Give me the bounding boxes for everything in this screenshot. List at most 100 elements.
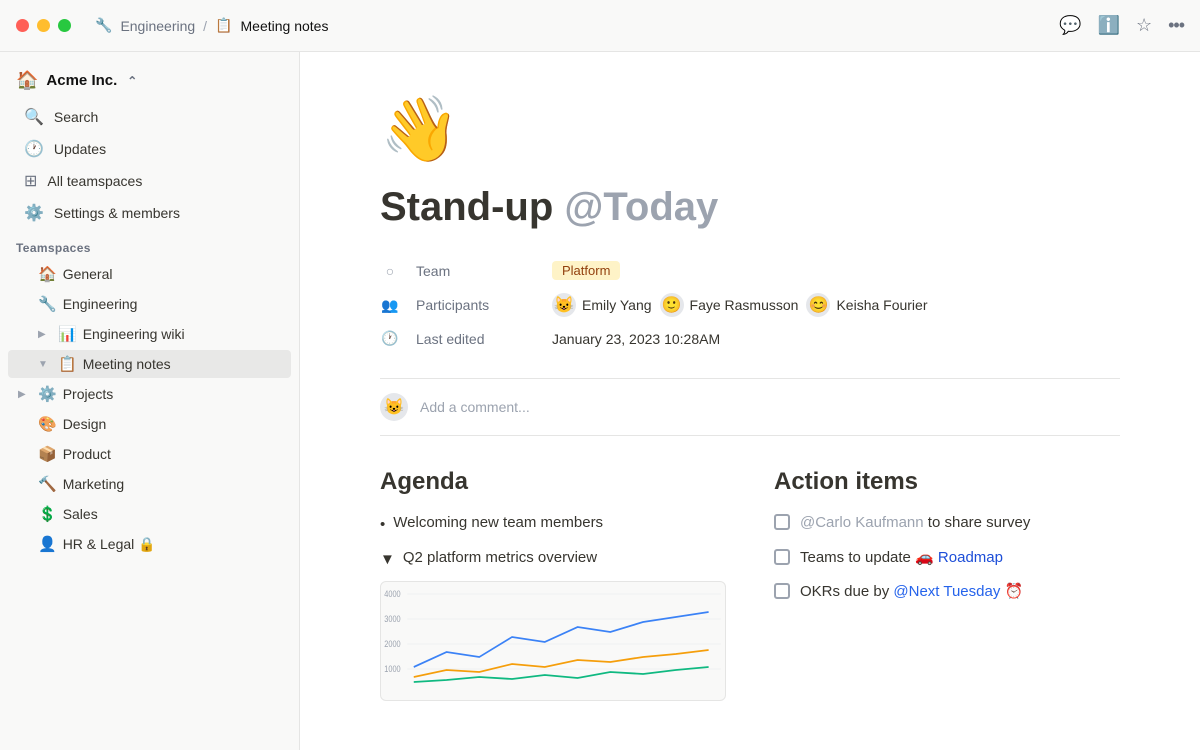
svg-text:3000: 3000: [384, 614, 401, 624]
page-emoji: 👋: [380, 92, 1120, 167]
projects-icon: ⚙️: [38, 385, 57, 403]
checkbox-2[interactable]: [774, 549, 790, 565]
action-item-3-text: OKRs due by @Next Tuesday ⏰: [800, 581, 1023, 604]
mention-carlo[interactable]: @Carlo Kaufmann: [800, 514, 924, 531]
sidebar-item-design[interactable]: 🎨 Design: [8, 410, 291, 438]
workspace-name: Acme Inc.: [46, 72, 117, 89]
close-dot[interactable]: [16, 19, 29, 32]
property-participants[interactable]: 👥 Participants 😺 Emily Yang 🙂 Faye Rasmu…: [380, 287, 1120, 324]
team-badge[interactable]: Platform: [552, 261, 620, 280]
workspace-icon: 🏠: [16, 70, 38, 91]
sidebar-item-all-teamspaces-label: All teamspaces: [47, 173, 142, 189]
avatar-emily: 😺: [552, 293, 576, 317]
comment-icon[interactable]: 💬: [1059, 15, 1081, 36]
sidebar-item-design-label: Design: [63, 416, 281, 432]
titlebar: 🔧 Engineering / 📋 Meeting notes 💬 ℹ️ ☆ •…: [0, 0, 1200, 52]
sidebar-item-sales[interactable]: 💲 Sales: [8, 500, 291, 528]
roadmap-link[interactable]: 🚗 Roadmap: [915, 547, 1003, 570]
sidebar-item-marketing-label: Marketing: [63, 476, 281, 492]
sidebar-item-marketing[interactable]: 🔨 Marketing: [8, 470, 291, 498]
last-edited-property-label: Last edited: [416, 331, 536, 347]
mention-next-tuesday[interactable]: @Next Tuesday: [893, 583, 1000, 600]
meeting-notes-icon: 📋: [58, 355, 77, 373]
breadcrumb-separator: /: [203, 18, 207, 34]
breadcrumb-parent-icon: 🔧: [95, 17, 112, 34]
alarm-icon: ⏰: [1005, 583, 1024, 600]
toggle-icon: ▼: [380, 549, 395, 572]
svg-text:1000: 1000: [384, 664, 401, 674]
participant-2[interactable]: 🙂 Faye Rasmusson: [660, 293, 799, 317]
participant-3[interactable]: 😊 Keisha Fourier: [806, 293, 927, 317]
sidebar-item-general[interactable]: 🏠 General: [8, 260, 291, 288]
action-item-1-text: @Carlo Kaufmann to share survey: [800, 512, 1030, 535]
main-content: 👋 Stand-up @Today ○ Team Platform 👥 Part…: [300, 52, 1200, 750]
engineering-wiki-chevron-icon: ▶: [38, 329, 52, 340]
sidebar-item-projects[interactable]: ▶ ⚙️ Projects: [8, 380, 291, 408]
page-title-today: @Today: [564, 185, 718, 229]
action-item-3-prefix: OKRs due by: [800, 583, 893, 600]
breadcrumb-parent[interactable]: Engineering: [120, 18, 195, 34]
design-icon: 🎨: [38, 415, 57, 433]
avatar-keisha: 😊: [806, 293, 830, 317]
team-property-value: Platform: [552, 261, 620, 280]
agenda-item-2[interactable]: ▼ Q2 platform metrics overview: [380, 547, 726, 572]
projects-chevron-icon: ▶: [18, 389, 32, 400]
participant-1[interactable]: 😺 Emily Yang: [552, 293, 652, 317]
engineering-icon: 🔧: [38, 295, 57, 313]
sidebar-item-product-label: Product: [63, 446, 281, 462]
comment-area[interactable]: 😺 Add a comment...: [380, 378, 1120, 436]
sidebar-item-engineering-wiki[interactable]: ▶ 📊 Engineering wiki: [8, 320, 291, 348]
last-edited-property-value: January 23, 2023 10:28AM: [552, 331, 720, 347]
action-item-1: @Carlo Kaufmann to share survey: [774, 512, 1120, 535]
avatar-faye: 🙂: [660, 293, 684, 317]
checkbox-1[interactable]: [774, 514, 790, 530]
svg-text:4000: 4000: [384, 589, 401, 599]
workspace-header[interactable]: 🏠 Acme Inc. ⌃: [0, 64, 299, 101]
minimize-dot[interactable]: [37, 19, 50, 32]
action-item-2-prefix: Teams to update: [800, 549, 915, 566]
participants-property-value: 😺 Emily Yang 🙂 Faye Rasmusson 😊 Keisha F…: [552, 293, 928, 317]
teamspaces-section-label: Teamspaces: [0, 229, 299, 259]
sidebar-item-engineering[interactable]: 🔧 Engineering: [8, 290, 291, 318]
svg-text:2000: 2000: [384, 639, 401, 649]
sidebar-item-search-label: Search: [54, 109, 98, 125]
checkbox-3[interactable]: [774, 583, 790, 599]
product-icon: 📦: [38, 445, 57, 463]
sidebar: 🏠 Acme Inc. ⌃ 🔍 Search 🕐 Updates ⊞ All t…: [0, 52, 300, 750]
team-property-icon: ○: [380, 263, 400, 279]
sidebar-item-settings[interactable]: ⚙️ Settings & members: [8, 198, 291, 228]
sidebar-item-sales-label: Sales: [63, 506, 281, 522]
sidebar-item-hr-legal-label: HR & Legal 🔒: [63, 536, 281, 553]
participant-2-name: Faye Rasmusson: [690, 297, 799, 313]
sidebar-item-projects-label: Projects: [63, 386, 281, 402]
action-items-title: Action items: [774, 468, 1120, 496]
meeting-notes-chevron-icon: ▼: [38, 359, 52, 370]
sidebar-item-updates[interactable]: 🕐 Updates: [8, 134, 291, 164]
engineering-wiki-icon: 📊: [58, 325, 77, 343]
info-icon[interactable]: ℹ️: [1098, 15, 1120, 36]
agenda-item-2-text: Q2 platform metrics overview: [403, 547, 597, 570]
participants-property-icon: 👥: [380, 297, 400, 314]
maximize-dot[interactable]: [58, 19, 71, 32]
breadcrumb-current: Meeting notes: [241, 18, 329, 34]
settings-icon: ⚙️: [24, 203, 44, 223]
more-icon[interactable]: •••: [1168, 15, 1184, 36]
sidebar-item-hr-legal[interactable]: 👤 HR & Legal 🔒: [8, 530, 291, 558]
sidebar-item-meeting-notes[interactable]: ▼ 📋 Meeting notes: [8, 350, 291, 378]
updates-icon: 🕐: [24, 139, 44, 159]
bullet-icon: •: [380, 514, 385, 537]
marketing-icon: 🔨: [38, 475, 57, 493]
sales-icon: 💲: [38, 505, 57, 523]
sidebar-item-product[interactable]: 📦 Product: [8, 440, 291, 468]
sidebar-item-updates-label: Updates: [54, 141, 106, 157]
page-title: Stand-up @Today: [380, 183, 1120, 231]
property-team[interactable]: ○ Team Platform: [380, 255, 1120, 287]
sidebar-item-engineering-label: Engineering: [63, 296, 281, 312]
sidebar-item-all-teamspaces[interactable]: ⊞ All teamspaces: [8, 166, 291, 196]
workspace-chevron-icon: ⌃: [127, 74, 137, 88]
sidebar-item-general-label: General: [63, 266, 281, 282]
hr-legal-icon: 👤: [38, 535, 57, 553]
sidebar-item-search[interactable]: 🔍 Search: [8, 102, 291, 132]
breadcrumb: 🔧 Engineering / 📋 Meeting notes: [95, 17, 1059, 34]
star-icon[interactable]: ☆: [1136, 15, 1152, 36]
